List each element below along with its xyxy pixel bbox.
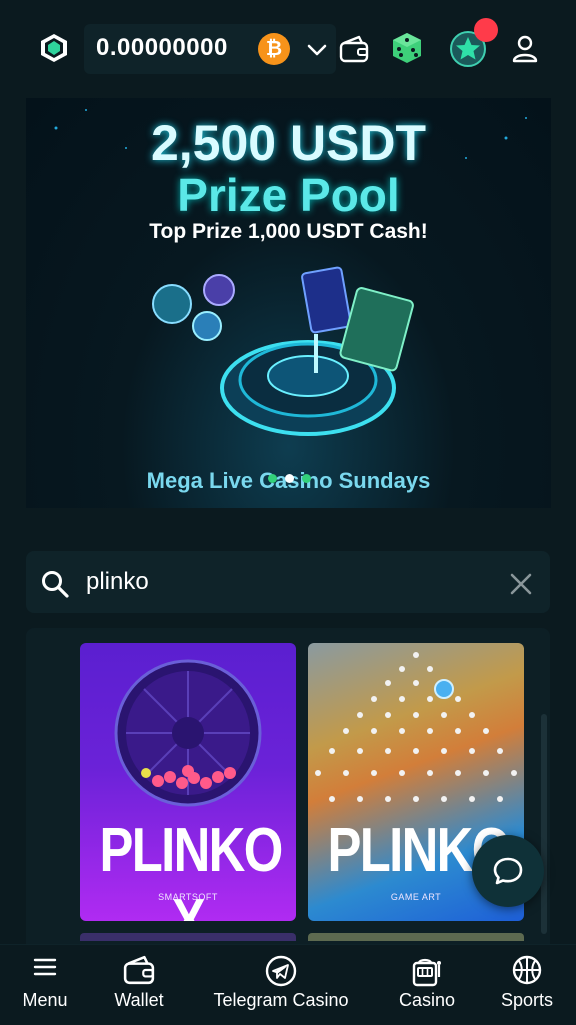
slot-machine-icon [412,958,441,987]
bitcoin-icon: ₿ [258,33,290,65]
balance-amount: 0.00000000 [96,34,228,61]
nav-sports[interactable]: Sports [492,945,562,1025]
nav-casino-label: Casino [398,990,456,1010]
nav-sports-label: Sports [500,990,554,1010]
telegram-icon [265,955,297,987]
game-provider: SMARTSOFT [158,892,218,902]
game-title: PLINKO X [99,816,283,921]
promo-banner[interactable]: 2,500 USDT Prize Pool Top Prize 1,000 US… [26,98,551,508]
carousel-dots [264,470,315,488]
search-input[interactable] [86,563,466,601]
nav-menu-label: Menu [22,990,68,1010]
chevron-down-icon[interactable] [305,38,329,62]
live-chat-button[interactable] [472,835,544,907]
user-icon[interactable] [512,35,538,63]
game-card-partial[interactable] [308,933,524,941]
search-icon [42,571,69,598]
carousel-dot[interactable] [268,474,277,483]
nav-menu[interactable]: Menu [10,945,80,1025]
dice-icon[interactable] [390,31,424,65]
chat-bubble-icon [493,857,523,885]
bottom-navigation: Menu Wallet Telegram Casino Casino Sport… [0,944,576,1024]
menu-icon [33,958,57,976]
clear-search-icon[interactable] [509,572,533,596]
wallet-icon [123,955,155,985]
nav-wallet-label: Wallet [114,990,164,1010]
banner-headline: 2,500 USDT [150,115,427,171]
results-scrollbar[interactable] [541,714,547,934]
game-card-partial[interactable] [80,933,296,941]
nav-wallet[interactable]: Wallet [100,945,178,1025]
basketball-icon [512,955,542,985]
logo-icon[interactable] [38,32,70,64]
banner-tagline: Top Prize 1,000 USDT Cash! [149,220,428,243]
carousel-dot[interactable] [302,474,311,483]
banner-subheadline: Prize Pool [177,169,400,221]
carousel-dot-active[interactable] [285,474,294,483]
game-card-plinko-x[interactable]: PLINKO X SMARTSOFT [80,643,296,921]
nav-telegram-casino[interactable]: Telegram Casino [205,945,357,1025]
notification-badge [474,18,498,42]
nav-telegram-label: Telegram Casino [213,990,349,1010]
wallet-icon[interactable] [339,35,369,63]
nav-casino[interactable]: Casino [392,945,462,1025]
